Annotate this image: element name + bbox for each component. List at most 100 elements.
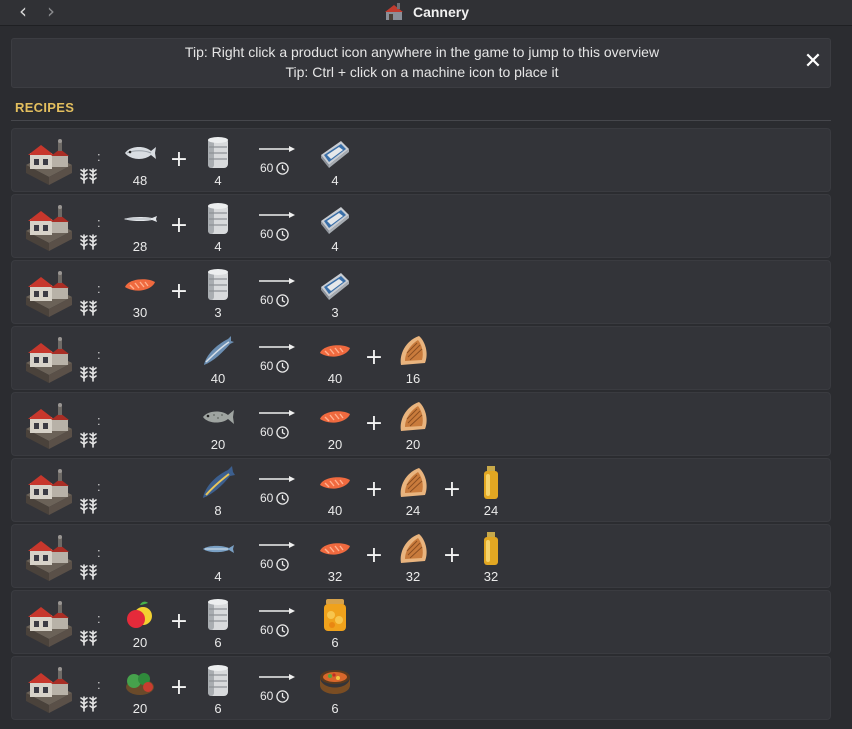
- product-slot[interactable]: 4: [315, 201, 355, 257]
- recipe-row[interactable]: : 20 +6 60 6: [11, 590, 831, 654]
- product-slot[interactable]: 40: [198, 333, 238, 389]
- product-quantity: 30: [132, 305, 148, 320]
- tin-can-icon[interactable]: [200, 663, 236, 699]
- product-slot[interactable]: 3: [315, 267, 355, 323]
- fruit-icon[interactable]: [122, 597, 158, 633]
- fish-fillet-icon[interactable]: [122, 267, 158, 303]
- product-slot[interactable]: 20: [198, 399, 238, 455]
- crop-requirement-icon: [78, 295, 100, 317]
- cannery-machine-icon[interactable]: [22, 469, 76, 517]
- cannery-machine-icon[interactable]: [22, 271, 76, 319]
- recipe-row[interactable]: : 40 60 40 +16: [11, 326, 831, 390]
- tin-can-icon[interactable]: [200, 267, 236, 303]
- fish-fillet-icon[interactable]: [317, 465, 353, 501]
- product-quantity: 6: [331, 701, 339, 716]
- recipe-row[interactable]: : 20 60 20 +20: [11, 392, 831, 456]
- product-slot[interactable]: 48: [120, 135, 160, 191]
- fish-skin-icon[interactable]: [395, 333, 431, 369]
- cannery-machine-icon[interactable]: [22, 205, 76, 253]
- fish-skin-icon[interactable]: [395, 465, 431, 501]
- fish-oil-icon[interactable]: [473, 531, 509, 567]
- canned-fish-icon[interactable]: [317, 201, 353, 237]
- product-quantity: 32: [483, 569, 499, 584]
- product-slot[interactable]: 4: [198, 201, 238, 257]
- product-quantity: 20: [132, 701, 148, 716]
- tin-can-icon[interactable]: [200, 201, 236, 237]
- anchovy-icon[interactable]: [122, 201, 158, 237]
- mackerel-icon[interactable]: [200, 333, 236, 369]
- product-slot[interactable]: 40: [315, 465, 355, 521]
- product-slot[interactable]: 4: [198, 531, 238, 587]
- crop-requirement-icon: [78, 361, 100, 383]
- product-quantity: 24: [483, 503, 499, 518]
- cannery-machine-icon[interactable]: [22, 139, 76, 187]
- fish-fillet-icon[interactable]: [317, 399, 353, 435]
- sardine-icon[interactable]: [200, 531, 236, 567]
- plus-sign: +: [442, 543, 462, 568]
- plus-sign: +: [364, 345, 384, 370]
- product-quantity: 20: [132, 635, 148, 650]
- duration-value: 60: [260, 293, 274, 307]
- product-quantity: 4: [331, 239, 339, 254]
- product-slot[interactable]: 6: [198, 663, 238, 719]
- tin-can-icon[interactable]: [200, 597, 236, 633]
- product-slot[interactable]: 4: [315, 135, 355, 191]
- canned-fish-icon[interactable]: [317, 267, 353, 303]
- product-slot[interactable]: 40: [315, 333, 355, 389]
- cannery-machine-icon[interactable]: [22, 535, 76, 583]
- product-slot[interactable]: 4: [198, 135, 238, 191]
- plus-sign: +: [364, 543, 384, 568]
- product-slot[interactable]: 20: [120, 663, 160, 719]
- recipe-row[interactable]: : 28 +4 60 4: [11, 194, 831, 258]
- product-slot[interactable]: 6: [315, 663, 355, 719]
- product-quantity: 48: [132, 173, 148, 188]
- window-title: Cannery: [412, 4, 470, 20]
- product-slot[interactable]: 28: [120, 201, 160, 257]
- duration: 60: [260, 557, 290, 571]
- fish-skin-icon[interactable]: [395, 531, 431, 567]
- cannery-machine-icon[interactable]: [22, 403, 76, 451]
- recipe-row[interactable]: : 30 +3 60 3: [11, 260, 831, 324]
- cannery-machine-icon[interactable]: [22, 337, 76, 385]
- product-slot[interactable]: 32: [393, 531, 433, 587]
- stew-pot-icon[interactable]: [317, 663, 353, 699]
- product-slot[interactable]: 24: [471, 465, 511, 521]
- cannery-machine-icon[interactable]: [22, 667, 76, 715]
- clock-icon: [276, 491, 290, 505]
- product-slot[interactable]: 8: [198, 465, 238, 521]
- clock-icon: [276, 359, 290, 373]
- product-slot[interactable]: 20: [120, 597, 160, 653]
- cod-icon[interactable]: [200, 399, 236, 435]
- product-slot[interactable]: 3: [198, 267, 238, 323]
- recipe-row[interactable]: : 8 60 40 +24 +24: [11, 458, 831, 522]
- product-quantity: 6: [214, 701, 222, 716]
- product-slot[interactable]: 16: [393, 333, 433, 389]
- recipe-row[interactable]: : 20 +6 60 6: [11, 656, 831, 720]
- product-slot[interactable]: 32: [315, 531, 355, 587]
- product-slot[interactable]: 30: [120, 267, 160, 323]
- vegetables-icon[interactable]: [122, 663, 158, 699]
- preserved-fruit-jar-icon[interactable]: [317, 597, 353, 633]
- cannery-machine-icon[interactable]: [22, 601, 76, 649]
- product-slot[interactable]: 32: [471, 531, 511, 587]
- fish-oil-icon[interactable]: [473, 465, 509, 501]
- product-slot[interactable]: 6: [315, 597, 355, 653]
- recipe-row[interactable]: : 4 60 32 +32 +32: [11, 524, 831, 588]
- tuna-icon[interactable]: [200, 465, 236, 501]
- fish-fillet-icon[interactable]: [317, 531, 353, 567]
- product-slot[interactable]: 20: [393, 399, 433, 455]
- product-slot[interactable]: 24: [393, 465, 433, 521]
- recipe-row[interactable]: : 48 +4 60 4: [11, 128, 831, 192]
- fish-skin-icon[interactable]: [395, 399, 431, 435]
- canned-fish-icon[interactable]: [317, 135, 353, 171]
- tips-panel: Tip: Right click a product icon anywhere…: [11, 38, 831, 88]
- fish-fillet-icon[interactable]: [317, 333, 353, 369]
- product-slot[interactable]: 20: [315, 399, 355, 455]
- duration: 60: [260, 161, 290, 175]
- product-slot[interactable]: 6: [198, 597, 238, 653]
- herring-icon[interactable]: [122, 135, 158, 171]
- tin-can-icon[interactable]: [200, 135, 236, 171]
- close-icon[interactable]: ✕: [802, 51, 824, 73]
- product-quantity: 3: [214, 305, 222, 320]
- separator-dots: :: [97, 149, 101, 164]
